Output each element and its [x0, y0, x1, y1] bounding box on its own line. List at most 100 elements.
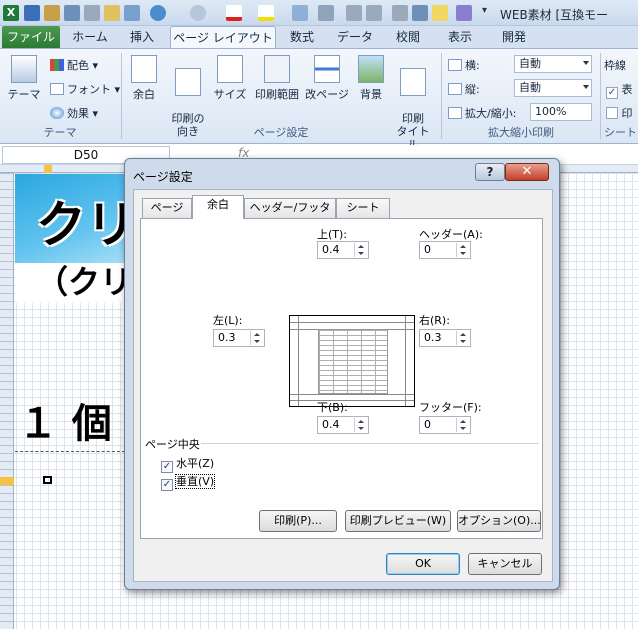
breaks-button[interactable]: 改ページ: [304, 55, 350, 102]
bottom-margin-spinner[interactable]: 0.4: [317, 416, 369, 434]
selected-cell-marker[interactable]: [43, 476, 52, 484]
tab-insert[interactable]: 挿入: [120, 26, 164, 48]
spin-arrows-icon[interactable]: [456, 331, 469, 345]
page-setup-dialog: ページ設定 ? ✕ ページ 余白 ヘッダー/フッター シート 上(T): 0.4…: [124, 158, 560, 590]
undo-icon[interactable]: [150, 5, 166, 21]
footer-margin-spinner[interactable]: 0: [419, 416, 471, 434]
preview-header-line: [290, 322, 414, 323]
spin-arrows-icon[interactable]: [354, 418, 367, 432]
cancel-button[interactable]: キャンセル: [468, 553, 542, 575]
preview-bottom-line: [290, 394, 414, 395]
margin-preview: [289, 315, 415, 407]
group-label-themes: テーマ: [43, 126, 77, 139]
print-preview-button[interactable]: 印刷プレビュー(W): [345, 510, 451, 532]
tab-view[interactable]: 表示: [440, 26, 480, 48]
margins-panel: 上(T): 0.4 ヘッダー(A): 0 左(L): 0.3 右(R): 0.3: [140, 218, 543, 539]
ribbon-page-layout: テーマ 配色 ▾ フォント ▾ 効果 ▾ テーマ 余白 印刷の 向き サイズ 印…: [0, 48, 638, 151]
spin-arrows-icon[interactable]: [354, 243, 367, 257]
tab-developer[interactable]: 開発: [494, 26, 534, 48]
options-button[interactable]: オプション(O)...: [457, 510, 541, 532]
close-button[interactable]: ✕: [505, 163, 549, 181]
themes-button[interactable]: テーマ: [6, 55, 42, 102]
page-break-icon: [314, 55, 340, 83]
spin-arrows-icon[interactable]: [456, 418, 469, 432]
banner-subtitle-text: （クリ: [36, 263, 133, 301]
customize-qat-icon[interactable]: ▾: [482, 5, 498, 21]
tab-header-footer[interactable]: ヘッダー/フッター: [244, 198, 336, 232]
macro-icon[interactable]: [318, 5, 334, 21]
print-icon[interactable]: [64, 5, 80, 21]
tab-file[interactable]: ファイル: [2, 26, 60, 48]
highlight-icon[interactable]: [432, 5, 448, 21]
screenshot-icon[interactable]: [366, 5, 382, 21]
fill-color-icon[interactable]: [258, 5, 274, 21]
margins-button[interactable]: 余白: [126, 55, 162, 102]
ok-button[interactable]: OK: [386, 553, 460, 575]
tab-margins[interactable]: 余白: [192, 195, 244, 219]
active-row-header: [0, 477, 14, 485]
save-icon[interactable]: [24, 5, 40, 21]
width-select[interactable]: 自動: [514, 55, 592, 73]
camera-icon[interactable]: [346, 5, 362, 21]
group-label-scale: 拡大縮小印刷: [488, 126, 554, 139]
paste-icon[interactable]: [104, 5, 120, 21]
height-icon: [448, 83, 462, 95]
header-margin-spinner[interactable]: 0: [419, 241, 471, 259]
banner-title-text: クリ: [36, 196, 136, 254]
help-button[interactable]: ?: [475, 163, 505, 181]
background-button[interactable]: 背景: [354, 55, 388, 102]
row-header: [0, 173, 14, 629]
border-icon[interactable]: [392, 5, 408, 21]
top-margin-spinner[interactable]: 0.4: [317, 241, 369, 259]
page-break-line: [15, 451, 125, 452]
cut-icon[interactable]: [84, 5, 100, 21]
right-margin-spinner[interactable]: 0.3: [419, 329, 471, 347]
theme-fonts-button[interactable]: フォント ▾: [50, 81, 120, 97]
scale-spinner[interactable]: 100%: [530, 103, 592, 121]
right-margin-label: 右(R):: [419, 314, 450, 327]
check-icon: ✓: [161, 461, 173, 473]
tab-home[interactable]: ホーム: [66, 26, 114, 48]
margins-icon: [131, 55, 157, 83]
print-button[interactable]: 印刷(P)...: [259, 510, 337, 532]
left-margin-spinner[interactable]: 0.3: [213, 329, 265, 347]
gridlines-print-checkbox[interactable]: 印: [606, 105, 633, 121]
title-bar: X ▾ WEB素材 [互換モー: [0, 0, 638, 26]
check-icon: ✓: [161, 479, 173, 491]
copy-icon[interactable]: [124, 5, 140, 21]
bottom-margin-label: 下(B):: [317, 401, 348, 414]
chart-icon[interactable]: [292, 5, 308, 21]
print-area-button[interactable]: 印刷範囲: [252, 55, 302, 102]
spin-arrows-icon[interactable]: [456, 243, 469, 257]
back-icon[interactable]: [456, 5, 472, 21]
window-title: WEB素材 [互換モー: [500, 8, 609, 22]
size-button[interactable]: サイズ: [212, 55, 248, 102]
print-preview-icon[interactable]: [44, 5, 60, 21]
redo-icon[interactable]: [190, 5, 206, 21]
height-select[interactable]: 自動: [514, 79, 592, 97]
tab-page[interactable]: ページ: [142, 198, 192, 218]
chevron-down-icon: [583, 85, 589, 89]
preview-right-line: [405, 316, 406, 406]
preview-left-line: [298, 316, 299, 406]
gridlines-view-checkbox[interactable]: ✓ 表: [606, 81, 633, 99]
tab-sheet[interactable]: シート: [336, 198, 390, 218]
checkbox-box: [606, 107, 618, 119]
themes-icon: [11, 55, 37, 83]
table-icon[interactable]: [412, 5, 428, 21]
footer-margin-label: フッター(F):: [419, 401, 482, 414]
theme-effects-button[interactable]: 効果 ▾: [50, 105, 98, 121]
dialog-body: ページ 余白 ヘッダー/フッター シート 上(T): 0.4 ヘッダー(A): …: [133, 189, 553, 582]
tab-review[interactable]: 校閲: [388, 26, 428, 48]
font-color-icon[interactable]: [226, 5, 242, 21]
spin-arrows-icon[interactable]: [250, 331, 263, 345]
page-size-icon: [217, 55, 243, 83]
tab-page-layout[interactable]: ページ レイアウト: [170, 26, 276, 48]
theme-colors-button[interactable]: 配色 ▾: [50, 57, 98, 73]
center-vertical-checkbox[interactable]: ✓ 垂直(V): [161, 473, 216, 491]
tab-data[interactable]: データ: [332, 26, 378, 48]
center-on-page-label: ページ中央: [145, 438, 200, 451]
tab-formulas[interactable]: 数式: [282, 26, 322, 48]
header-margin-label: ヘッダー(A):: [419, 228, 483, 241]
center-horizontal-checkbox[interactable]: ✓ 水平(Z): [161, 455, 214, 473]
